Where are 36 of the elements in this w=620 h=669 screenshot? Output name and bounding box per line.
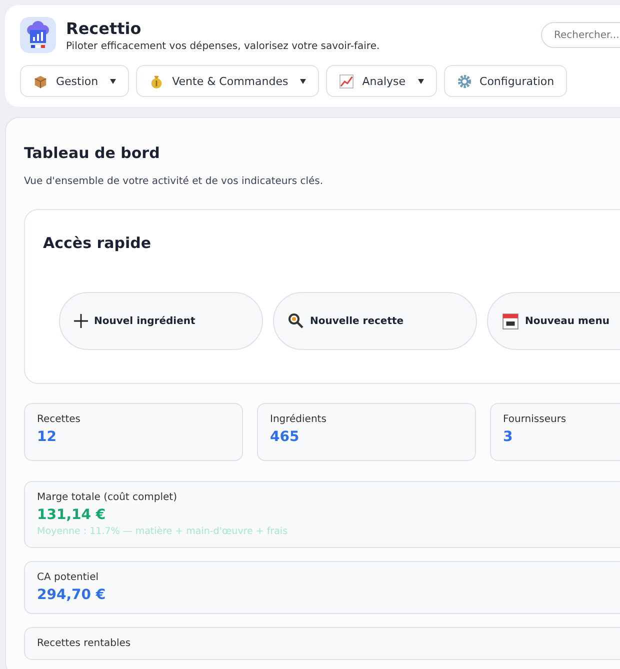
quick-action-button[interactable]: Nouvelle recette [273, 292, 477, 350]
metric-value: 294,70 € [37, 587, 107, 603]
search-field[interactable]: Rechercher... [541, 22, 620, 48]
metric-value: 131,14 € [37, 507, 107, 523]
nav-menu-button[interactable]: Configuration [444, 65, 568, 97]
metric-label: Marge totale (coût complet) [37, 492, 178, 503]
chart-icon [339, 74, 354, 88]
page-title: Tableau de bord [24, 144, 161, 162]
stat-label: Fournisseurs [503, 414, 568, 425]
caret-icon [418, 78, 424, 84]
stat-value: 465 [270, 429, 300, 445]
search-icon [288, 313, 304, 329]
money-bag-icon [149, 74, 164, 88]
calendar-icon [502, 312, 519, 330]
metric-note: Moyenne : 11.7% — matière + main-d'œuvre + frais [37, 526, 289, 537]
caret-icon [300, 78, 306, 84]
logo-icon [20, 17, 56, 53]
plus-icon [74, 314, 88, 328]
caret-icon [110, 78, 116, 84]
quick-action-button[interactable]: Nouvel ingrédient [59, 292, 263, 350]
nav-menu-button[interactable]: Analyse [326, 65, 437, 97]
app-title: Recettio [66, 18, 142, 38]
stat-value: 12 [37, 429, 58, 445]
app-tagline: Piloter efficacement vos dépenses, valorisez votre savoir-faire. [66, 40, 381, 52]
stat-label: Recettes [37, 414, 82, 425]
stat-value: 3 [503, 429, 514, 445]
gear-icon [456, 74, 472, 88]
box-icon [33, 74, 48, 88]
stat-label: Ingrédients [270, 414, 328, 425]
page-subtitle: Vue d'ensemble de votre activité et de vos indicateurs clés. [24, 176, 324, 187]
nav-menu-button[interactable]: Vente & Commandes [136, 65, 320, 97]
quick-action-button[interactable]: Nouveau menu [487, 292, 620, 350]
nav-menu-button[interactable]: Gestion [20, 65, 130, 97]
section-title: Accès rapide [43, 234, 152, 252]
metric-label: CA potentiel [37, 572, 100, 583]
metric-label: Recettes rentables [37, 638, 132, 649]
